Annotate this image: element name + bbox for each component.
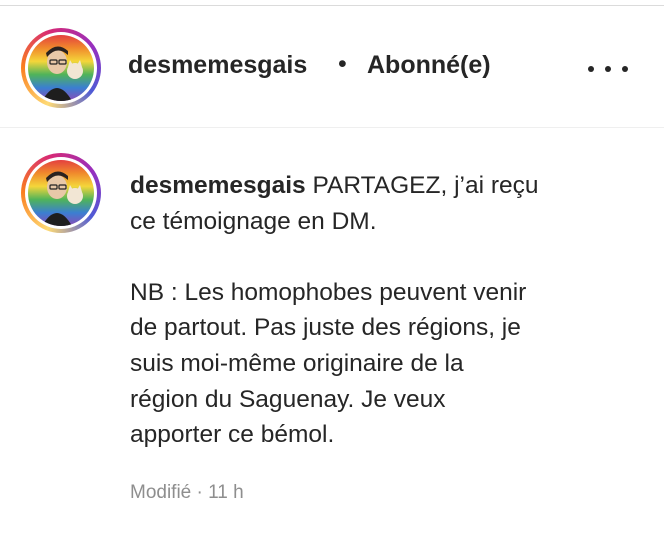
more-dot	[622, 66, 628, 72]
header-username[interactable]: desmemesgais	[128, 51, 307, 80]
avatar-image	[28, 160, 94, 226]
avatar[interactable]	[21, 28, 101, 108]
timestamp[interactable]: 11 h	[208, 482, 244, 503]
more-dot	[605, 66, 611, 72]
post-header: desmemesgais • Abonné(e)	[0, 6, 664, 128]
caption-line: desmemesgais PARTAGEZ, j’ai reçu	[130, 168, 640, 204]
caption-line: ce témoignage en DM.	[130, 207, 377, 235]
caption-line: NB : Les homophobes peuvent venir	[130, 278, 527, 306]
follow-status-button[interactable]: Abonné(e)	[367, 51, 491, 80]
header-separator: •	[338, 50, 347, 78]
avatar-image	[28, 35, 94, 101]
meta-separator: ·	[191, 482, 209, 503]
edited-label: Modifié	[130, 482, 192, 503]
caption-username[interactable]: desmemesgais	[130, 172, 306, 199]
post-meta: Modifié · 11 h	[130, 482, 244, 504]
caption-line: région du Saguenay. Je veux	[130, 385, 446, 413]
caption-line: de partout. Pas juste des régions, je	[130, 314, 521, 342]
caption-text: PARTAGEZ, j’ai reçu	[305, 172, 539, 199]
more-options-icon[interactable]	[588, 62, 628, 76]
caption-line: suis moi-même originaire de la	[130, 349, 464, 377]
post-caption: desmemesgais PARTAGEZ, j’ai reçu ce témo…	[130, 168, 640, 453]
caption-line: apporter ce bémol.	[130, 421, 335, 449]
caption-avatar[interactable]	[21, 153, 101, 233]
more-dot	[588, 66, 594, 72]
